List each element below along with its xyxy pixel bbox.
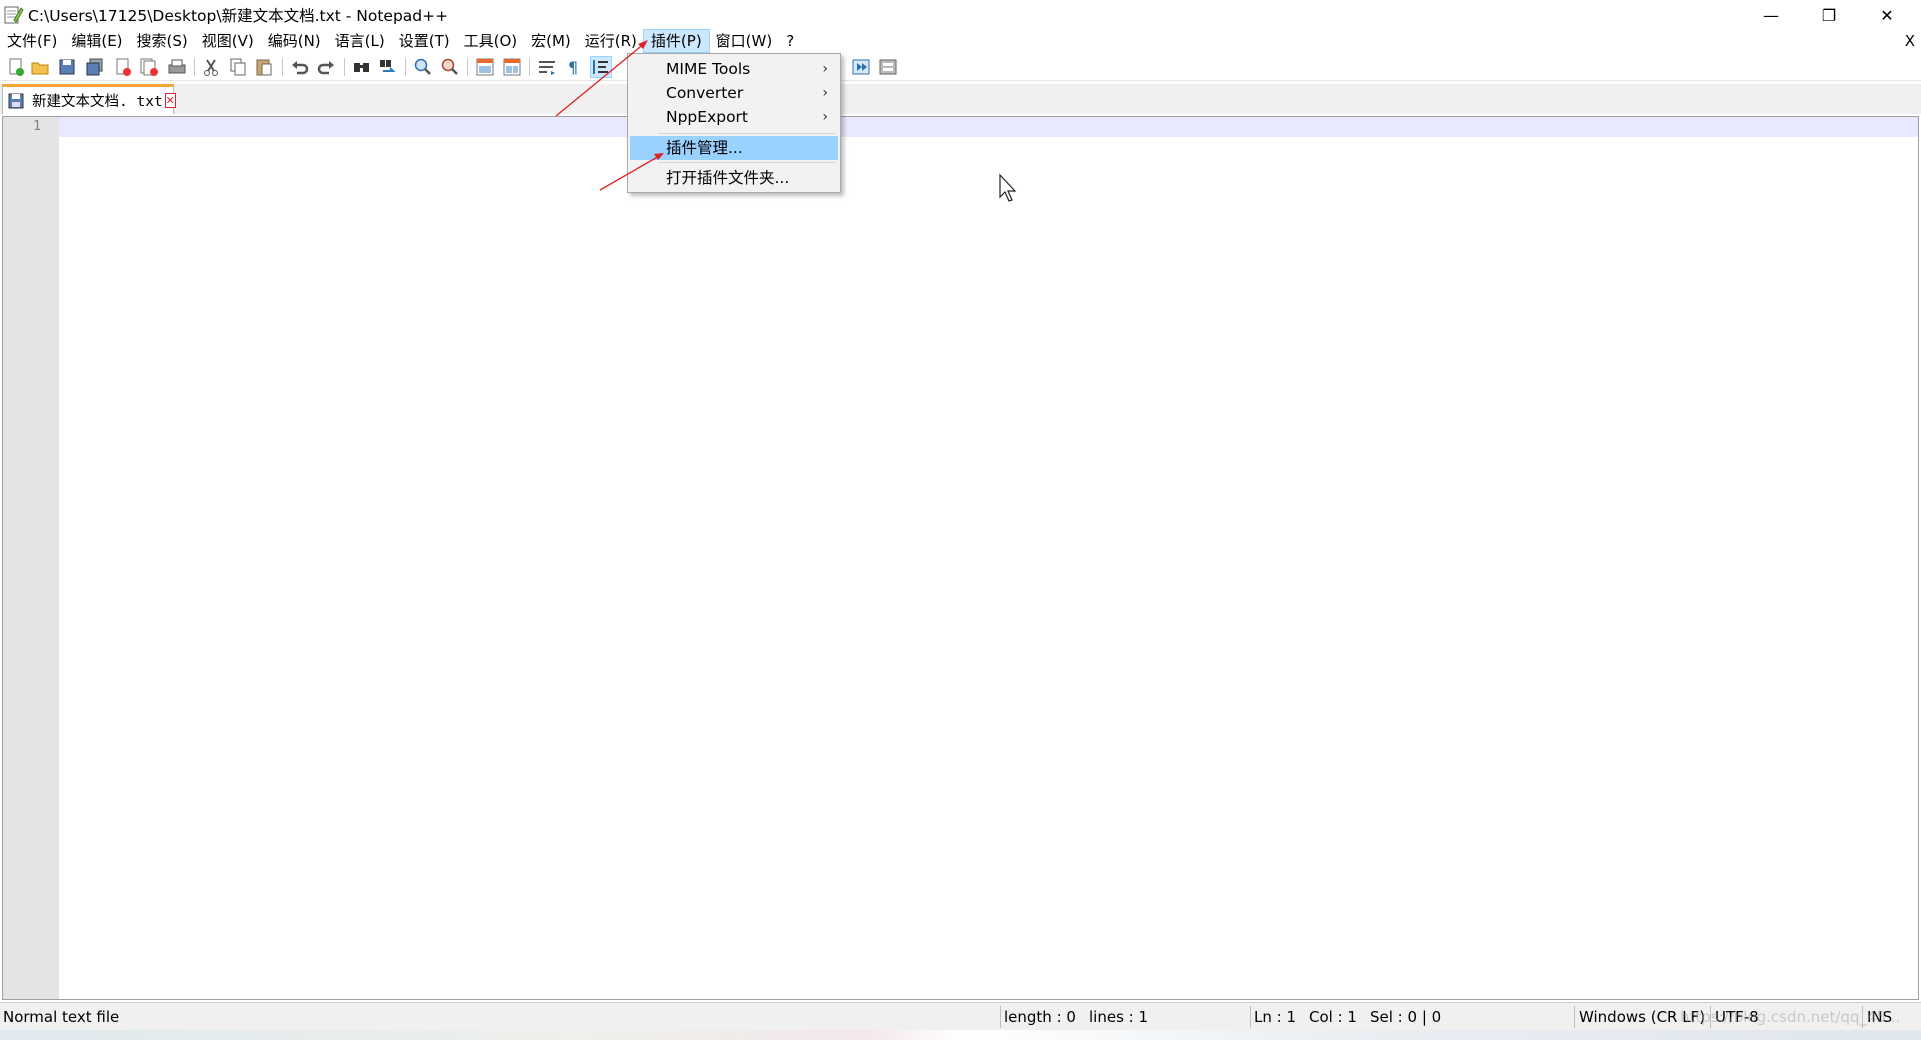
plugins-dropdown-menu: MIME Tools › Converter › NppExport › 插件管… xyxy=(627,53,841,193)
title-bar: C:\Users\17125\Desktop\新建文本文档.txt - Note… xyxy=(0,0,1921,30)
line-number-gutter: 1 xyxy=(3,117,59,999)
cut-icon[interactable] xyxy=(201,57,221,77)
menu-item-plugins-admin[interactable]: 插件管理... xyxy=(630,136,838,160)
menu-encoding[interactable]: 编码(N) xyxy=(261,30,328,52)
close-all-icon[interactable] xyxy=(139,57,159,77)
watermark: https://blog.csdn.net/qq_45... xyxy=(1680,1008,1901,1026)
zoom-out-icon[interactable] xyxy=(440,57,460,77)
menu-item-converter[interactable]: Converter › xyxy=(630,81,838,105)
macro-save-icon[interactable] xyxy=(878,57,898,77)
menu-item-nppexport[interactable]: NppExport › xyxy=(630,105,838,129)
status-file-type: Normal text file xyxy=(3,1008,120,1026)
menu-search[interactable]: 搜索(S) xyxy=(130,30,195,52)
maximize-button[interactable]: ❐ xyxy=(1800,0,1858,30)
menu-plugins[interactable]: 插件(P) xyxy=(642,29,710,53)
menu-item-label: MIME Tools xyxy=(666,60,751,78)
svg-text:¶: ¶ xyxy=(568,58,578,77)
submenu-arrow-icon: › xyxy=(822,85,828,101)
open-file-icon[interactable] xyxy=(30,57,50,77)
tab-new-text-document[interactable]: 新建文本文档. txt ✕ xyxy=(2,84,176,114)
sync-vertical-icon[interactable] xyxy=(475,57,495,77)
status-length: length : 0 xyxy=(1004,1008,1076,1026)
menu-file[interactable]: 文件(F) xyxy=(0,30,64,52)
sync-horizontal-icon[interactable] xyxy=(502,57,522,77)
menu-view[interactable]: 视图(V) xyxy=(195,30,261,52)
menu-item-label: 打开插件文件夹... xyxy=(666,169,790,187)
menu-bar: 文件(F) 编辑(E) 搜索(S) 视图(V) 编码(N) 语言(L) 设置(T… xyxy=(0,29,1921,53)
submenu-arrow-icon: › xyxy=(822,61,828,77)
menu-item-label: Converter xyxy=(666,84,744,102)
minimize-button[interactable]: — xyxy=(1742,0,1800,30)
show-all-chars-icon[interactable]: ¶ xyxy=(564,57,584,77)
replace-icon[interactable] xyxy=(378,57,398,77)
status-column: Col : 1 xyxy=(1309,1008,1357,1026)
new-file-icon[interactable] xyxy=(6,57,26,77)
status-lines: lines : 1 xyxy=(1089,1008,1149,1026)
menu-settings[interactable]: 设置(T) xyxy=(392,30,457,52)
menu-item-mime-tools[interactable]: MIME Tools › xyxy=(630,57,838,81)
macro-run-multiple-icon[interactable] xyxy=(851,57,871,77)
window-title: C:\Users\17125\Desktop\新建文本文档.txt - Note… xyxy=(28,7,449,25)
menu-help[interactable]: ? xyxy=(779,30,801,52)
copy-icon[interactable] xyxy=(228,57,248,77)
menu-window[interactable]: 窗口(W) xyxy=(709,30,780,52)
status-line: Ln : 1 xyxy=(1254,1008,1296,1026)
menu-language[interactable]: 语言(L) xyxy=(328,30,392,52)
print-icon[interactable] xyxy=(167,57,187,77)
tab-bar: 新建文本文档. txt ✕ xyxy=(0,84,1921,114)
tab-label: 新建文本文档. txt xyxy=(32,94,163,110)
close-icon[interactable] xyxy=(113,57,133,77)
menu-item-open-plugins-folder[interactable]: 打开插件文件夹... xyxy=(630,166,838,190)
close-window-button[interactable]: ✕ xyxy=(1858,0,1916,30)
tab-close-icon[interactable]: ✕ xyxy=(164,93,176,108)
line-number: 1 xyxy=(33,119,41,134)
close-document-x[interactable]: X xyxy=(1905,30,1915,52)
menu-edit[interactable]: 编辑(E) xyxy=(64,30,129,52)
submenu-arrow-icon: › xyxy=(822,109,828,125)
paste-icon[interactable] xyxy=(254,57,274,77)
menu-item-label: NppExport xyxy=(666,108,749,126)
indent-guide-icon[interactable] xyxy=(590,56,612,78)
redo-icon[interactable] xyxy=(316,57,336,77)
zoom-in-icon[interactable] xyxy=(413,57,433,77)
saved-state-icon xyxy=(8,93,24,109)
taskbar-strip xyxy=(0,1030,1921,1040)
word-wrap-icon[interactable] xyxy=(537,57,557,77)
save-icon[interactable] xyxy=(57,57,77,77)
menu-item-label: 插件管理... xyxy=(666,139,743,157)
notepad-plus-plus-icon xyxy=(2,4,24,26)
menu-separator xyxy=(658,162,836,163)
menu-tools[interactable]: 工具(O) xyxy=(457,30,525,52)
undo-icon[interactable] xyxy=(290,57,310,77)
status-selection: Sel : 0 | 0 xyxy=(1370,1008,1442,1026)
status-bar: Normal text file length : 0 lines : 1 Ln… xyxy=(0,1002,1921,1030)
menu-run[interactable]: 运行(R) xyxy=(578,30,644,52)
current-line-highlight xyxy=(59,117,1918,137)
menu-macro[interactable]: 宏(M) xyxy=(524,30,578,52)
menu-separator xyxy=(658,133,836,134)
editor-area[interactable]: 1 xyxy=(2,116,1919,1000)
toolbar: ¶ xyxy=(0,53,1921,81)
save-all-icon[interactable] xyxy=(85,57,105,77)
find-icon[interactable] xyxy=(352,57,372,77)
